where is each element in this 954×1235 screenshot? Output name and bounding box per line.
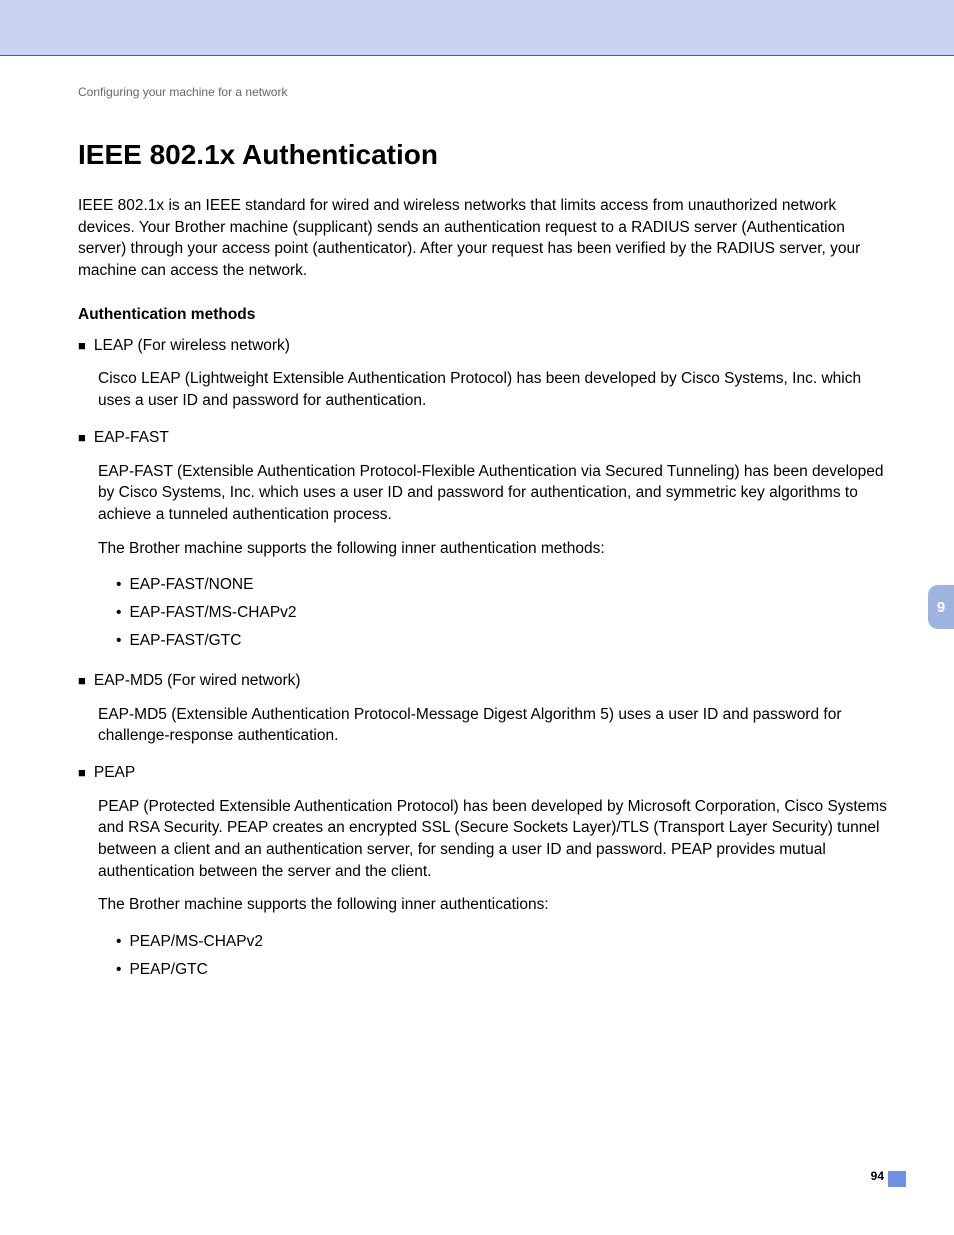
square-bullet-icon: ■ (78, 669, 86, 694)
method-block: ■ LEAP (For wireless network) Cisco LEAP (… (78, 334, 894, 412)
inner-list-item-text: EAP-FAST/NONE (129, 571, 253, 599)
inner-list: • EAP-FAST/NONE • EAP-FAST/MS-CHAPv2 • EAP-FA… (116, 571, 894, 655)
inner-list-item: • PEAP/GTC (116, 956, 894, 984)
method-paragraph: EAP-MD5 (Extensible Authentication Proto… (98, 704, 894, 747)
method-paragraph: EAP-FAST (Extensible Authentication Prot… (98, 461, 894, 526)
method-block: ■ EAP-MD5 (For wired network) EAP-MD5 (Ext… (78, 669, 894, 747)
method-title-text: PEAP (94, 761, 135, 784)
inner-list-item-text: PEAP/MS-CHAPv2 (129, 928, 263, 956)
square-bullet-icon: ■ (78, 334, 86, 359)
breadcrumb: Configuring your machine for a network (78, 85, 894, 99)
inner-list-item: • EAP-FAST/GTC (116, 627, 894, 655)
method-title-text: LEAP (For wireless network) (94, 334, 290, 357)
method-paragraph: The Brother machine supports the followi… (98, 538, 894, 560)
method-paragraph: The Brother machine supports the followi… (98, 894, 894, 916)
dot-bullet-icon: • (116, 599, 121, 627)
method-body: Cisco LEAP (Lightweight Extensible Authe… (98, 368, 894, 411)
page-title: IEEE 802.1x Authentication (78, 139, 894, 171)
inner-list: • PEAP/MS-CHAPv2 • PEAP/GTC (116, 928, 894, 984)
page-number-accent (888, 1171, 906, 1187)
method-title: ■ EAP-MD5 (For wired network) (78, 669, 894, 694)
square-bullet-icon: ■ (78, 761, 86, 786)
method-title: ■ PEAP (78, 761, 894, 786)
methods-list: ■ LEAP (For wireless network) Cisco LEAP (… (78, 334, 894, 984)
inner-list-item-text: EAP-FAST/GTC (129, 627, 241, 655)
method-title-text: EAP-MD5 (For wired network) (94, 669, 301, 692)
inner-list-item-text: EAP-FAST/MS-CHAPv2 (129, 599, 296, 627)
method-title: ■ EAP-FAST (78, 426, 894, 451)
method-body: EAP-FAST (Extensible Authentication Prot… (98, 461, 894, 655)
inner-list-item: • PEAP/MS-CHAPv2 (116, 928, 894, 956)
intro-paragraph: IEEE 802.1x is an IEEE standard for wire… (78, 195, 894, 282)
method-block: ■ PEAP PEAP (Protected Extensible Authenti… (78, 761, 894, 984)
method-body: PEAP (Protected Extensible Authenticatio… (98, 796, 894, 984)
method-body: EAP-MD5 (Extensible Authentication Proto… (98, 704, 894, 747)
method-title-text: EAP-FAST (94, 426, 169, 449)
method-paragraph: PEAP (Protected Extensible Authenticatio… (98, 796, 894, 883)
chapter-tab: 9 (928, 585, 954, 629)
page-number: 94 (871, 1169, 884, 1183)
dot-bullet-icon: • (116, 928, 121, 956)
method-paragraph: Cisco LEAP (Lightweight Extensible Authe… (98, 368, 894, 411)
dot-bullet-icon: • (116, 571, 121, 599)
dot-bullet-icon: • (116, 627, 121, 655)
section-subhead: Authentication methods (78, 306, 894, 324)
inner-list-item-text: PEAP/GTC (129, 956, 207, 984)
page-content: Configuring your machine for a network I… (78, 85, 894, 998)
square-bullet-icon: ■ (78, 426, 86, 451)
dot-bullet-icon: • (116, 956, 121, 984)
method-block: ■ EAP-FAST EAP-FAST (Extensible Authentica… (78, 426, 894, 655)
inner-list-item: • EAP-FAST/NONE (116, 571, 894, 599)
header-band (0, 0, 954, 56)
inner-list-item: • EAP-FAST/MS-CHAPv2 (116, 599, 894, 627)
method-title: ■ LEAP (For wireless network) (78, 334, 894, 359)
